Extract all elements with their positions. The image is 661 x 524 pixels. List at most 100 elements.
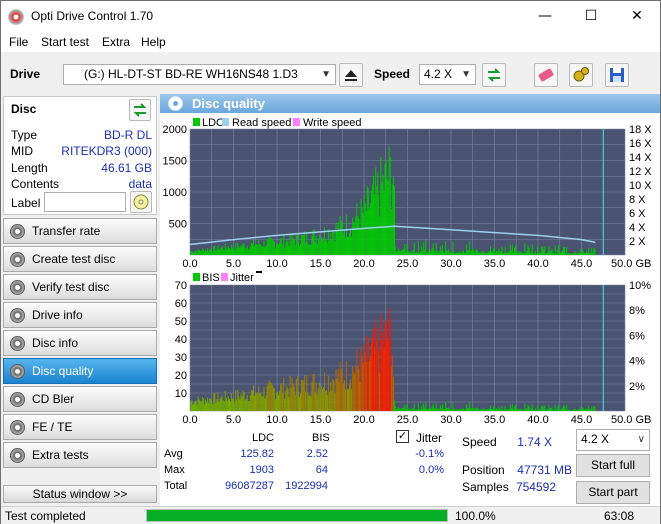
label-disc-icon: [133, 194, 149, 210]
maximize-icon[interactable]: ☐: [568, 1, 614, 32]
progress-text: 100.0%: [455, 509, 496, 523]
menu-file[interactable]: File: [9, 35, 28, 49]
contents-value: data: [128, 177, 152, 191]
nav-extra-tests[interactable]: Extra tests: [3, 442, 157, 468]
nav-verify-test-disc[interactable]: Verify test disc: [3, 274, 157, 300]
nav-label: Transfer rate: [32, 224, 101, 238]
nav-label: Create test disc: [32, 252, 116, 266]
panel-header: Disc quality: [160, 94, 660, 113]
stats-area: LDC BIS Avg Max Total 125.82 2.52 1903 6…: [160, 425, 660, 506]
refresh-arrows-icon: [487, 68, 501, 82]
settings-button[interactable]: [569, 63, 593, 87]
nav-cd-bler[interactable]: CD Bler: [3, 386, 157, 412]
speed-label: Speed: [374, 67, 411, 81]
status-window-button[interactable]: Status window >>: [3, 485, 157, 503]
minimize-icon[interactable]: —: [522, 1, 568, 32]
y2-tick-label: 4%: [629, 356, 645, 368]
nav-disc-quality[interactable]: Disc quality: [3, 358, 157, 384]
disc-icon: [168, 96, 183, 111]
jitter-checkbox[interactable]: ✓: [396, 430, 409, 443]
x-tick-label: 25.0: [397, 258, 418, 270]
nav-fe-te[interactable]: FE / TE: [3, 414, 157, 440]
legend-ldc-swatch: [193, 118, 200, 126]
speed-label: Speed: [462, 435, 497, 449]
x-tick-label: 25.0: [397, 414, 418, 425]
eject-button[interactable]: [339, 63, 363, 87]
menu-bar: File Start test Extra Help: [1, 32, 660, 52]
erase-button[interactable]: [534, 63, 558, 87]
y2-tick-label: 4 X: [629, 222, 646, 234]
disc-icon: [10, 420, 25, 435]
sidebar: Disc Type BD-R DL MID RITEKDR3 (000) Len…: [1, 94, 158, 514]
menu-start-test[interactable]: Start test: [41, 35, 89, 49]
speed-select[interactable]: 4.2 X ▼: [419, 64, 476, 85]
y-tick-label: 50: [175, 316, 187, 328]
start-part-button[interactable]: Start part: [576, 481, 650, 504]
y2-tick-label: 14 X: [629, 152, 652, 164]
speed-value: 1.74 X: [517, 435, 552, 449]
x-tick-label: 10.0: [266, 414, 287, 425]
label-apply-button[interactable]: [130, 191, 152, 213]
charts-svg: LDC Read speed Write speed BIS Jitter 0.…: [163, 117, 653, 426]
status-text: Test completed: [5, 509, 86, 523]
legend-marker: [256, 271, 262, 273]
disc-refresh-button[interactable]: [129, 99, 151, 121]
legend-read-speed: Read speed: [232, 117, 291, 129]
disc-title: Disc: [11, 102, 37, 116]
window-title: Opti Drive Control 1.70: [31, 9, 154, 23]
y2-tick-label: 2%: [629, 381, 645, 393]
refresh-button[interactable]: [482, 63, 506, 87]
drive-value: (G:) HL-DT-ST BD-RE WH16NS48 1.D3: [84, 67, 298, 81]
speed-value: 4.2 X: [424, 67, 453, 81]
nav-drive-info[interactable]: Drive info: [3, 302, 157, 328]
y-tick-label: 2000: [163, 124, 187, 136]
drive-select[interactable]: (G:) HL-DT-ST BD-RE WH16NS48 1.D3 ▼: [63, 64, 336, 85]
max-ldc: 1903: [249, 464, 274, 476]
disc-icon: [10, 252, 25, 267]
disc-icon: [10, 336, 25, 351]
avg-bis: 2.52: [306, 448, 328, 460]
close-icon[interactable]: ✕: [614, 1, 660, 32]
nav-create-test-disc[interactable]: Create test disc: [3, 246, 157, 272]
ldc-plot: 0.0 5.0 10.0 15.0 20.0 25.0 30.0 35.0 40.0 45.0 50…: [163, 124, 653, 270]
menu-help[interactable]: Help: [141, 35, 166, 49]
length-value: 46.61 GB: [101, 161, 152, 175]
x-tick-label: 50.0 GB: [611, 258, 651, 270]
mid-key: MID: [11, 144, 33, 158]
label-input[interactable]: [44, 192, 126, 212]
position-label: Position: [462, 463, 505, 477]
x-tick-label: 45.0: [571, 258, 592, 270]
chevron-down-icon: ∨: [637, 434, 645, 445]
menu-extra[interactable]: Extra: [102, 35, 130, 49]
y-tick-label: 10: [175, 388, 187, 400]
jitter-avg: -0.1%: [415, 448, 444, 460]
nav-label: Verify test disc: [32, 280, 110, 294]
nav-disc-info[interactable]: Disc info: [3, 330, 157, 356]
disc-icon: [10, 224, 25, 239]
y2-tick-label: 16 X: [629, 138, 652, 150]
y2-tick-label: 10%: [629, 280, 651, 292]
x-tick-label: 35.0: [484, 414, 505, 425]
nav-label: Extra tests: [32, 448, 89, 462]
drive-label: Drive: [10, 67, 41, 81]
samples-value: 754592: [515, 480, 556, 494]
legend-read-swatch: [222, 118, 229, 126]
nav-label: Disc info: [32, 336, 79, 350]
nav-transfer-rate[interactable]: Transfer rate: [3, 218, 157, 244]
x-tick-label: 30.0: [440, 258, 461, 270]
y-tick-label: 40: [175, 334, 187, 346]
progress-fill: [147, 510, 447, 521]
test-speed-select[interactable]: 4.2 X ∨: [576, 429, 650, 451]
max-bis: 64: [315, 464, 328, 476]
toolbar: Drive (G:) HL-DT-ST BD-RE WH16NS48 1.D3 …: [1, 55, 660, 93]
panel-title: Disc quality: [192, 96, 265, 111]
start-full-button[interactable]: Start full: [576, 454, 650, 477]
gears-icon: [573, 67, 589, 82]
disc-quality-panel: Disc quality LDC Read speed Write speed …: [160, 94, 660, 506]
nav-label: Drive info: [32, 308, 83, 322]
save-button[interactable]: [605, 63, 629, 87]
legend-bis-swatch: [193, 273, 200, 281]
col-bis: BIS: [312, 432, 330, 444]
x-tick-label: 0.0: [182, 258, 197, 270]
col-ldc: LDC: [252, 432, 275, 444]
